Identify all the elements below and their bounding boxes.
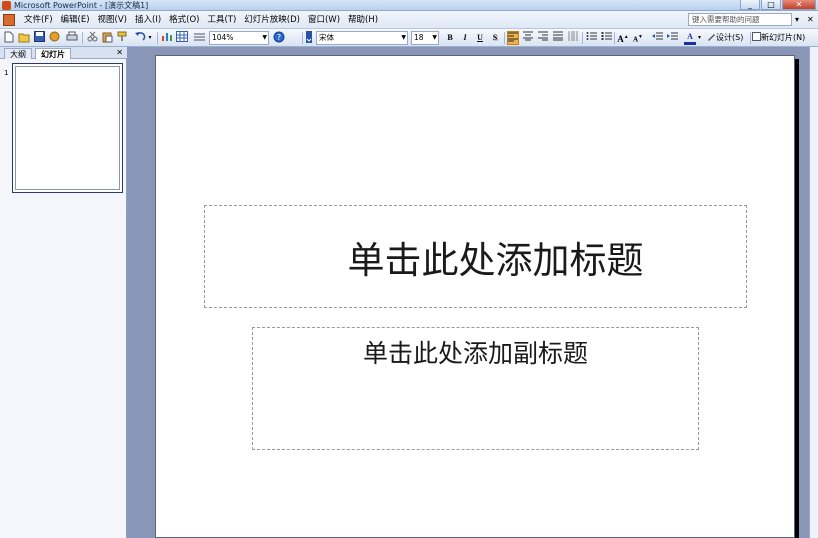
open-folder-icon[interactable] — [18, 31, 30, 45]
align-right-button[interactable] — [537, 31, 549, 45]
menu-file[interactable]: 文件(F) — [22, 11, 59, 29]
menu-insert[interactable]: 插入(I) — [133, 11, 167, 29]
shadow-button[interactable]: S — [489, 31, 501, 45]
bullets-button[interactable] — [600, 31, 612, 45]
undo-dropdown-arrow-icon[interactable]: ▾ — [147, 31, 153, 45]
permission-icon[interactable] — [48, 31, 60, 45]
cut-icon[interactable] — [86, 31, 98, 45]
help-icon[interactable]: ? — [273, 31, 285, 45]
toolbar: ▾ 104% ▼ ? 宋体 ▼ 18 ▼ B I U S A▲ A▼ A ▾ 设… — [0, 29, 818, 47]
undo-icon[interactable] — [134, 31, 146, 45]
maximize-button[interactable]: □ — [761, 0, 781, 10]
font-color-dropdown-arrow-icon[interactable]: ▾ — [697, 31, 702, 45]
font-value: 宋体 — [319, 33, 334, 42]
title-placeholder-text: 单击此处添加标题 — [347, 238, 644, 282]
menu-list: 文件(F) 编辑(E) 视图(V) 插入(I) 格式(O) 工具(T) 幻灯片放… — [22, 11, 384, 29]
bold-button[interactable]: B — [444, 31, 456, 45]
help-dropdown-arrow-icon[interactable]: ▾ — [795, 13, 799, 26]
menu-window[interactable]: 窗口(W) — [306, 11, 346, 29]
document-close-icon[interactable]: ✕ — [807, 13, 814, 26]
close-button[interactable]: ✕ — [782, 0, 816, 10]
design-button[interactable]: 设计(S) — [707, 31, 749, 45]
font-size-dropdown-arrow-icon[interactable]: ▼ — [432, 32, 437, 44]
new-slide-label: 新幻灯片(N) — [761, 33, 806, 42]
distributed-align-button[interactable] — [567, 31, 579, 45]
font-color-button[interactable]: A — [684, 31, 696, 45]
svg-text:?: ? — [277, 33, 281, 42]
align-center-button[interactable] — [522, 31, 534, 45]
format-painter-icon[interactable] — [116, 31, 128, 45]
document-icon[interactable] — [3, 14, 15, 26]
toolbar-options-icon[interactable] — [305, 31, 313, 45]
save-icon[interactable] — [33, 31, 45, 45]
subtitle-placeholder-text: 单击此处添加副标题 — [362, 339, 588, 368]
help-search-input[interactable]: 键入需要帮助的问题 — [688, 13, 792, 26]
tab-slides[interactable]: 幻灯片 — [35, 48, 71, 59]
decrease-font-size-button[interactable]: A▼ — [632, 31, 644, 45]
minimize-button[interactable]: _ — [740, 0, 760, 10]
paste-icon[interactable] — [101, 31, 113, 45]
window-controls: _ □ ✕ — [739, 0, 816, 11]
title-placeholder[interactable]: 单击此处添加标题 — [204, 205, 747, 308]
zoom-select[interactable]: 104% ▼ — [209, 31, 269, 45]
slides-pane: 大纲 幻灯片 ✕ 1 — [0, 47, 127, 538]
italic-button[interactable]: I — [459, 31, 471, 45]
zoom-dropdown-arrow-icon[interactable]: ▼ — [262, 32, 267, 44]
increase-indent-icon[interactable] — [666, 31, 678, 45]
toolbar-separator — [302, 32, 303, 44]
zoom-value: 104% — [212, 33, 234, 42]
menu-format[interactable]: 格式(O) — [167, 11, 205, 29]
vertical-scrollbar[interactable] — [809, 47, 818, 538]
slide-number: 1 — [4, 69, 9, 77]
font-dropdown-arrow-icon[interactable]: ▼ — [401, 32, 406, 44]
powerpoint-app-icon[interactable] — [2, 1, 11, 10]
design-label: 设计(S) — [716, 33, 744, 42]
pane-tabs: 大纲 幻灯片 ✕ — [0, 47, 127, 59]
slide-thumbnail[interactable] — [12, 63, 123, 193]
menu-edit[interactable]: 编辑(E) — [59, 11, 96, 29]
toolbar-separator — [82, 32, 83, 44]
new-document-icon[interactable] — [3, 31, 15, 45]
toolbar-separator — [582, 32, 583, 44]
tab-outline[interactable]: 大纲 — [4, 48, 32, 59]
title-bar: Microsoft PowerPoint - [演示文稿1] _ □ ✕ — [0, 0, 818, 11]
insert-chart-icon[interactable] — [161, 31, 173, 45]
toolbar-separator — [157, 32, 158, 44]
new-slide-button[interactable]: 新幻灯片(N) — [752, 31, 810, 45]
numbering-button[interactable] — [585, 31, 597, 45]
pane-close-icon[interactable]: ✕ — [116, 47, 123, 59]
font-select[interactable]: 宋体 ▼ — [316, 31, 408, 45]
subtitle-placeholder[interactable]: 单击此处添加副标题 — [252, 327, 699, 450]
menu-slideshow[interactable]: 幻灯片放映(D) — [242, 11, 306, 29]
menu-bar: 文件(F) 编辑(E) 视图(V) 插入(I) 格式(O) 工具(T) 幻灯片放… — [0, 11, 818, 29]
menu-view[interactable]: 视图(V) — [96, 11, 133, 29]
slide-canvas[interactable]: 单击此处添加标题 单击此处添加副标题 — [155, 55, 795, 538]
toolbar-separator — [504, 32, 505, 44]
justify-button[interactable] — [552, 31, 564, 45]
print-icon[interactable] — [66, 31, 78, 45]
menu-help[interactable]: 帮助(H) — [346, 11, 384, 29]
underline-button[interactable]: U — [474, 31, 486, 45]
toolbar-separator — [750, 32, 751, 44]
font-size-select[interactable]: 18 ▼ — [411, 31, 439, 45]
decrease-indent-icon[interactable] — [651, 31, 663, 45]
show-grid-icon[interactable] — [193, 31, 205, 45]
align-left-button[interactable] — [507, 31, 519, 45]
insert-table-icon[interactable] — [176, 31, 188, 45]
window-title: Microsoft PowerPoint - [演示文稿1] — [14, 1, 149, 10]
increase-font-size-button[interactable]: A▲ — [617, 31, 629, 45]
toolbar-separator — [614, 32, 615, 44]
font-size-value: 18 — [414, 33, 424, 42]
menu-tools[interactable]: 工具(T) — [205, 11, 242, 29]
